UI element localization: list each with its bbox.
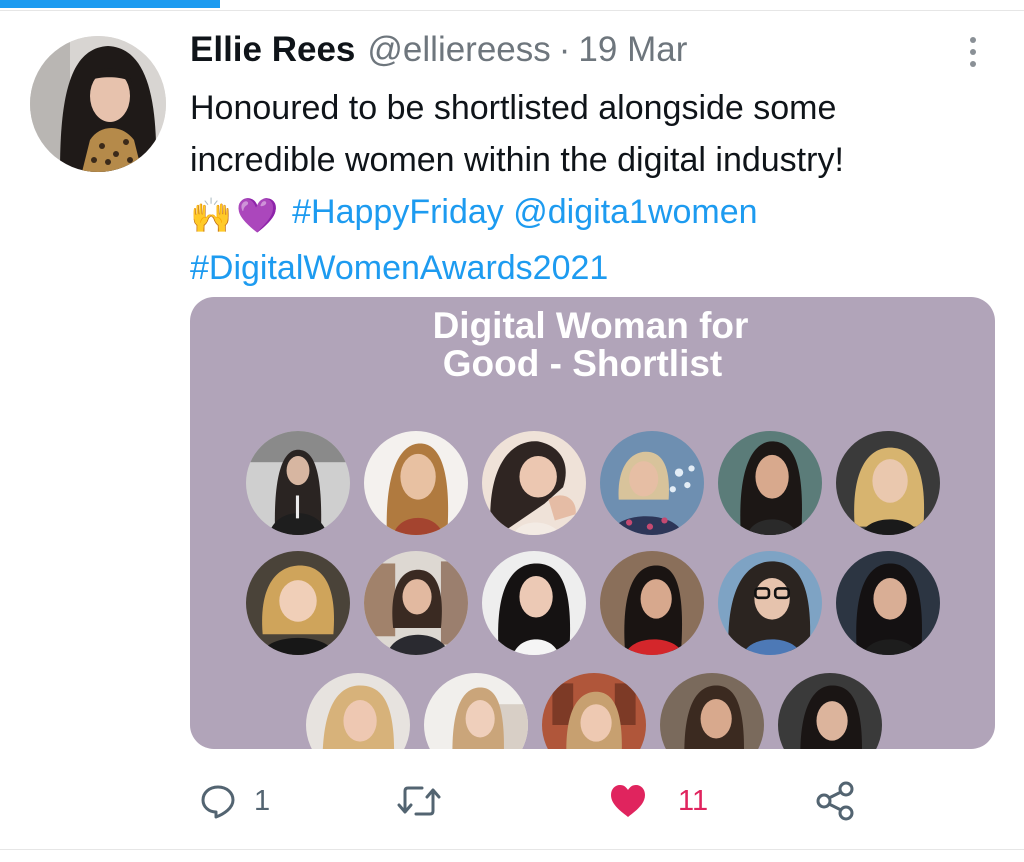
shortlist-portrait [600,431,704,535]
shortlist-portrait [836,431,940,535]
shortlist-portrait [718,551,822,655]
shortlist-portrait [364,431,468,535]
share-icon [816,781,854,821]
top-divider [0,10,1024,11]
reply-count: 1 [254,784,271,817]
shortlist-portrait [246,431,350,535]
shortlist-portrait [364,551,468,655]
tweet-header: Ellie Rees @elliereess · 19 Mar [190,30,687,76]
shortlist-portrait [482,431,586,535]
like-heart-icon [611,785,645,817]
header-separator: · [558,30,571,69]
shortlist-portrait [306,673,410,749]
shortlist-portrait [600,551,704,655]
tweet-text-line: 🙌 💜 #HappyFriday @digita1women [190,186,990,242]
shortlist-portrait [424,673,528,749]
author-avatar-image [30,36,166,172]
share-button[interactable] [814,776,856,826]
mention-link[interactable]: @digita1women [513,193,757,231]
media-title-line: Good - Shortlist [442,343,723,384]
tweet-text: Honoured to be shortlisted alongside som… [190,82,990,294]
purple-heart-emoji: 💜 [236,197,279,235]
author-name[interactable]: Ellie Rees [190,30,355,70]
tweet-timestamp[interactable]: 19 Mar [578,30,687,70]
reply-button[interactable]: 1 [198,776,270,826]
hashtag-link[interactable]: #HappyFriday [292,193,504,231]
like-button[interactable]: 11 [608,776,708,826]
tweet-action-bar: 1 11 [190,776,890,826]
retweet-icon [397,786,441,816]
author-handle[interactable]: @elliereess [367,30,550,70]
tweet-text-line: Honoured to be shortlisted alongside som… [190,89,837,127]
tweet-text-line: incredible women within the digital indu… [190,141,844,179]
like-count: 11 [678,784,709,817]
hashtag-link[interactable]: #DigitalWomenAwards2021 [190,249,608,287]
shortlist-portrait [542,673,646,749]
reply-icon [201,785,235,819]
more-vertical-icon[interactable] [958,34,988,70]
shortlist-portrait [660,673,764,749]
raising-hands-emoji: 🙌 [190,197,233,235]
shortlist-portrait [836,551,940,655]
shortlist-portrait [246,551,350,655]
tweet-text-line: #DigitalWomenAwards2021 [190,242,990,294]
bottom-divider [0,849,1024,850]
shortlist-portrait [482,551,586,655]
loading-progress-bar [0,0,220,8]
tweet-media-image[interactable]: Digital Woman for Good - Shortlist [190,297,995,749]
media-title-line: Digital Woman for [432,305,749,346]
shortlist-portrait [778,673,882,749]
shortlist-portrait [718,431,822,535]
retweet-button[interactable] [396,776,458,826]
media-title: Digital Woman for Good - Shortlist [190,307,995,383]
author-avatar[interactable] [30,36,166,172]
